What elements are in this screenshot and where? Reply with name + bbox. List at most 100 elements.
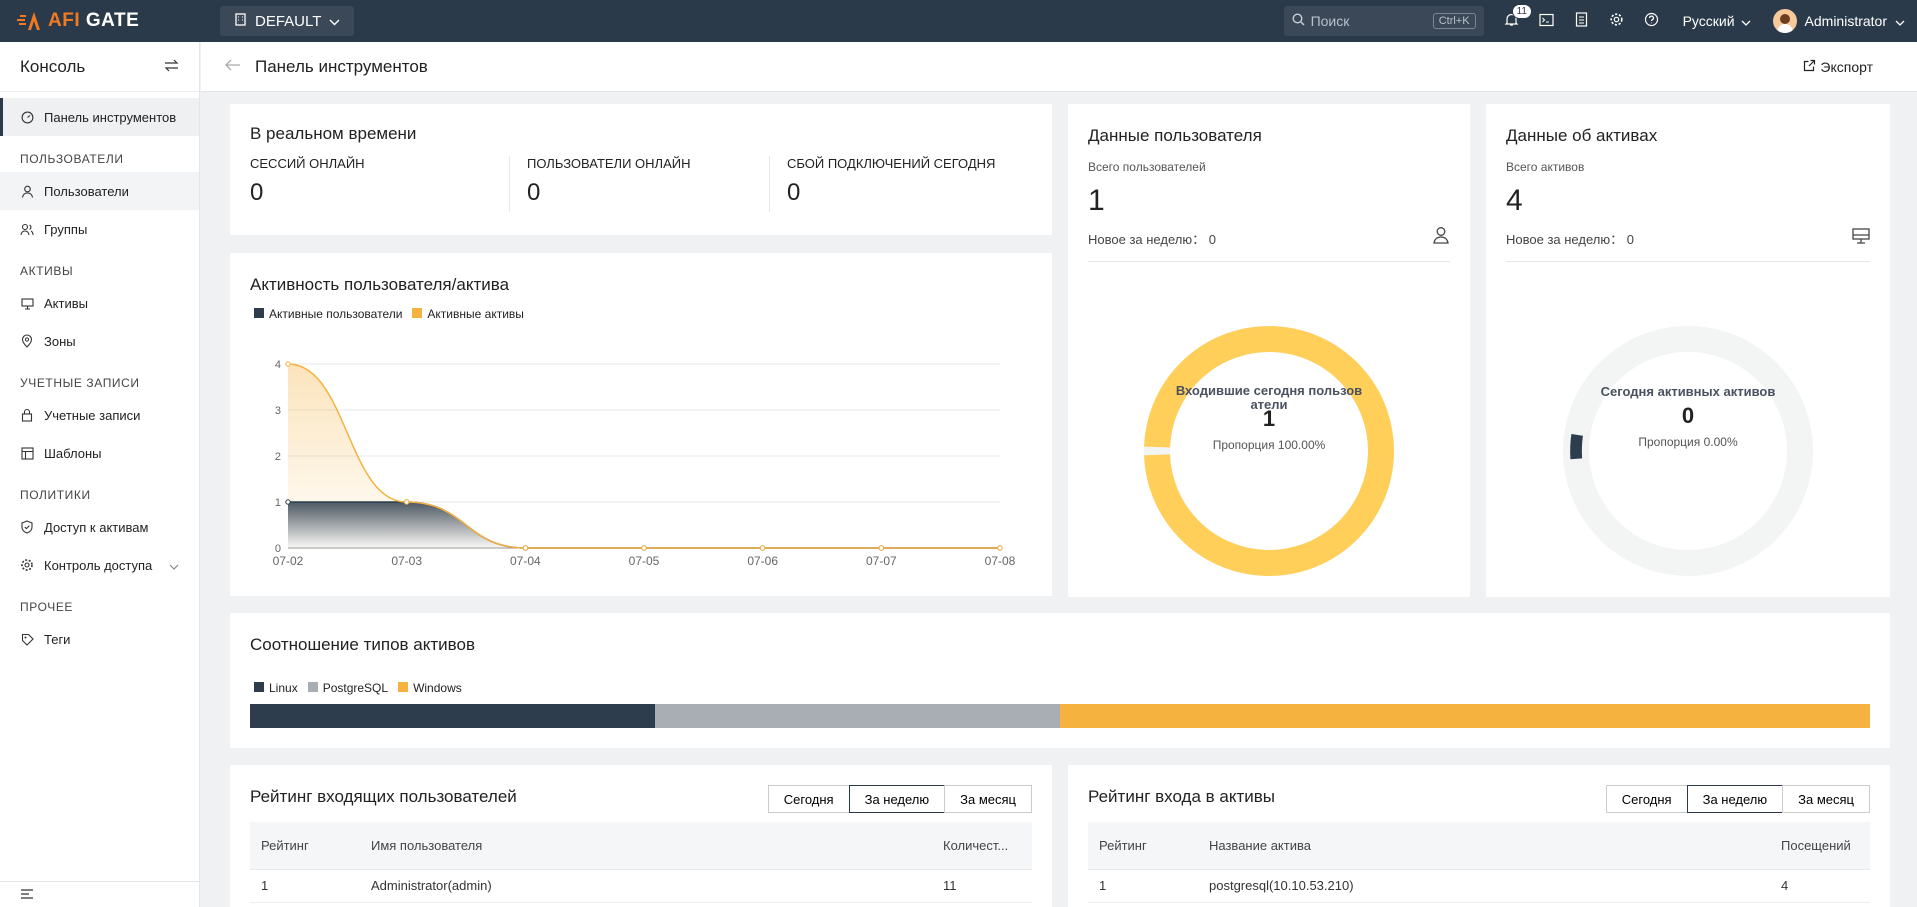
y-tick-label: 3: [275, 405, 281, 417]
data-point: [522, 545, 529, 551]
logo-text-afi: AFI: [48, 10, 81, 31]
series-area: [288, 502, 1000, 548]
sidebar-item-accounts[interactable]: Учетные записи: [0, 396, 199, 434]
legend-label: Linux: [269, 681, 298, 695]
table-row[interactable]: 1 Administrator(admin) 11: [250, 869, 1032, 903]
data-point: [285, 361, 291, 367]
column-header[interactable]: Рейтинг: [250, 822, 360, 870]
building-icon: [234, 12, 247, 30]
chevron-down-icon: [1895, 13, 1905, 29]
notifications-button[interactable]: 11: [1494, 0, 1532, 42]
asset-name-cell: postgresql(10.10.53.210): [1198, 869, 1770, 903]
sidebar-item-label: Активы: [44, 295, 88, 311]
asset-data-card: Данные об активах Всего активов 4 Новое …: [1486, 104, 1890, 597]
tab-week[interactable]: За неделю: [1686, 785, 1784, 813]
sidebar-item-label: Панель инструментов: [44, 109, 177, 125]
lock-icon: [20, 408, 34, 422]
shield-icon: [20, 520, 34, 534]
user-ranking-title: Рейтинг входящих пользователей: [250, 787, 517, 806]
ratio-segment-linux[interactable]: [250, 704, 655, 728]
sidebar-item-label: Шаблоны: [44, 445, 102, 461]
tab-today[interactable]: Сегодня: [767, 785, 850, 813]
logo[interactable]: AFI GATE: [0, 10, 220, 32]
sidebar-item-dashboard[interactable]: Панель инструментов: [0, 98, 199, 136]
new-assets-week: Новое за неделю： 0: [1506, 229, 1634, 248]
sidebar-item-templates[interactable]: Шаблоны: [0, 434, 199, 472]
activity-card: Активность пользователя/актива Активные …: [230, 253, 1052, 596]
donut-track: [1563, 326, 1813, 576]
sidebar-collapse-button[interactable]: [0, 881, 200, 907]
tickets-button[interactable]: [1564, 0, 1599, 42]
sidebar-item-assets[interactable]: Активы: [0, 284, 199, 322]
legend-item-windows[interactable]: Windows: [398, 681, 462, 695]
org-selector[interactable]: DEFAULT: [220, 6, 355, 36]
data-point: [878, 545, 885, 551]
column-header[interactable]: Название актива: [1198, 822, 1770, 870]
user-menu[interactable]: Administrator: [1765, 9, 1917, 33]
sidebar-item-zones[interactable]: Зоны: [0, 322, 199, 360]
legend-item-postgresql[interactable]: PostgreSQL: [307, 681, 388, 695]
asset-ring-center: Сегодня активных активов 0 Пропорция 0.0…: [1486, 384, 1890, 449]
period-tabs: Сегодня За неделю За месяц: [767, 785, 1032, 813]
tab-month[interactable]: За месяц: [944, 785, 1032, 813]
tab-week[interactable]: За неделю: [848, 785, 946, 813]
sidebar-item-access-control[interactable]: Контроль доступа: [0, 546, 199, 584]
settings-button[interactable]: [1599, 0, 1634, 42]
sidebar-item-asset-access[interactable]: Доступ к активам: [0, 508, 199, 546]
sidebar-section-policies: ПОЛИТИКИ: [20, 488, 91, 502]
sidebar: Консоль Панель инструментов ПОЛЬЗОВАТЕЛИ…: [0, 42, 200, 907]
column-header[interactable]: Рейтинг: [1088, 822, 1198, 870]
terminal-button[interactable]: [1529, 0, 1564, 42]
sidebar-item-users[interactable]: Пользователи: [0, 172, 199, 210]
ratio-segment-windows[interactable]: [1060, 704, 1870, 728]
ratio-segment-postgresql[interactable]: [655, 704, 1060, 728]
template-icon: [20, 446, 34, 460]
metric-users-online: ПОЛЬЗОВАТЕЛИ ОНЛАЙН 0: [510, 156, 770, 212]
x-tick-label: 07-08: [985, 554, 1016, 568]
external-link-icon: [1803, 59, 1816, 75]
column-header[interactable]: Посещений: [1770, 822, 1870, 870]
metric-value: 0: [527, 179, 541, 206]
tab-today[interactable]: Сегодня: [1605, 785, 1688, 813]
metric-sessions: СЕССИЙ ОНЛАЙН 0: [250, 156, 510, 212]
metric-value: 0: [250, 179, 264, 206]
y-tick-label: 2: [275, 451, 281, 463]
tab-month[interactable]: За месяц: [1782, 785, 1870, 813]
user-icon: [20, 184, 34, 198]
export-label: Экспорт: [1820, 58, 1873, 75]
language-label: Русский: [1682, 13, 1735, 29]
search-input[interactable]: Поиск Ctrl+K: [1283, 6, 1484, 36]
x-tick-label: 07-04: [510, 554, 541, 568]
rank-cell: 1: [1088, 869, 1198, 903]
column-header[interactable]: Имя пользователя: [360, 822, 932, 870]
sidebar-item-groups[interactable]: Группы: [0, 210, 199, 248]
ring-ratio: Пропорция 100.00%: [1212, 438, 1326, 452]
user-ranking-table: Рейтинг Имя пользователя Количест... 1 A…: [250, 822, 1032, 903]
chevron-down-icon: [329, 13, 340, 30]
table-row[interactable]: 1 postgresql(10.10.53.210) 4: [1088, 869, 1870, 903]
new-week-value: 0: [1208, 232, 1216, 247]
column-header[interactable]: Количест...: [932, 822, 1032, 870]
data-point: [641, 545, 647, 551]
x-tick-label: 07-03: [391, 554, 422, 568]
export-button[interactable]: Экспорт: [1803, 59, 1873, 75]
dashboard-icon: [20, 110, 34, 124]
legend-item-linux[interactable]: Linux: [254, 681, 298, 695]
user-ranking-card: Рейтинг входящих пользователей Сегодня З…: [230, 765, 1052, 907]
logo-icon: [16, 10, 42, 32]
help-button[interactable]: [1634, 0, 1669, 42]
language-selector[interactable]: Русский: [1669, 13, 1765, 29]
group-icon: [20, 222, 34, 236]
asset-types-card: Соотношение типов активов Linux PostgreS…: [230, 613, 1890, 748]
sidebar-item-tags[interactable]: Теги: [0, 620, 199, 658]
ring-value: 1: [1262, 406, 1276, 431]
legend-label: Windows: [413, 681, 462, 695]
user-ring-center: Входившие сегодня пользов атели 1 Пропор…: [1068, 384, 1470, 453]
ring-ratio: Пропорция 0.00%: [1638, 435, 1738, 449]
total-assets-label: Всего активов: [1506, 160, 1585, 174]
period-tabs: Сегодня За неделю За месяц: [1605, 785, 1870, 813]
help-icon: [1644, 12, 1659, 30]
realtime-card: В реальном времени СЕССИЙ ОНЛАЙН 0 ПОЛЬЗ…: [230, 104, 1052, 235]
swap-icon[interactable]: [164, 57, 179, 77]
back-arrow-icon[interactable]: [225, 58, 241, 76]
